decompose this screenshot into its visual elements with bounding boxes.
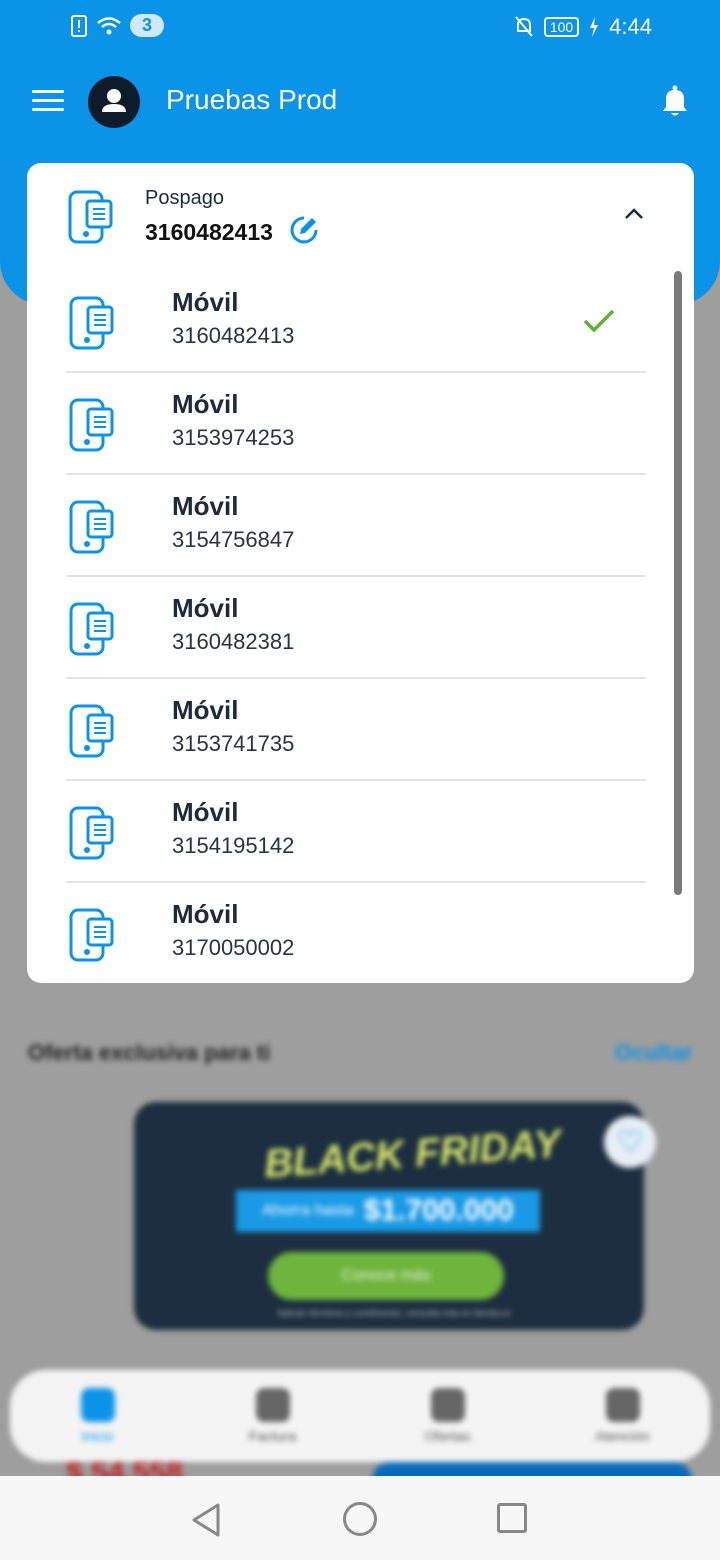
phone-document-icon [69,704,114,758]
list-item[interactable]: Móvil 3153974253 [66,373,646,475]
selected-line-header[interactable]: Pospago 3160482413 [27,163,694,263]
offers-icon [430,1388,465,1422]
line-number: 3153974253 [172,425,295,450]
line-type: Móvil [172,593,239,623]
banner-headline: BLACK FRIDAY [262,1121,563,1187]
list-item[interactable]: Móvil 3160482381 [66,577,646,679]
bell-off-icon [515,16,533,37]
line-selector-card: Pospago 3160482413 Móvil 3160482413 Móvi… [27,163,694,983]
hide-offers-link[interactable]: Ocultar [615,1040,692,1066]
line-number: 3153741735 [172,731,295,756]
chevron-up-icon[interactable] [623,207,645,221]
nav-label: Inicio [81,1428,114,1444]
banner-legal: Aplican términos y condiciones, consulta… [277,1308,511,1318]
bell-icon[interactable] [658,84,692,120]
status-left: 3 [70,14,165,37]
phone-document-icon [69,296,114,350]
home-button-icon[interactable] [343,1502,377,1536]
app-bar: Pruebas Prod [0,70,720,134]
page-title: Pruebas Prod [166,84,338,115]
line-type: Móvil [172,899,239,929]
banner-savings: Ahorra hasta $1.700.000 [236,1190,540,1232]
phone-document-icon [69,500,114,554]
phone-document-icon [69,398,114,452]
support-icon [605,1388,640,1422]
phone-document-icon [68,190,113,244]
alert-icon [71,14,87,37]
banner-save-prefix: Ahorra hasta [262,1202,354,1219]
invoice-icon [255,1388,290,1422]
check-icon [583,309,615,333]
line-number: 3154756847 [172,527,295,552]
clock: 4:44 [609,14,652,39]
line-list: Móvil 3160482413 Móvil 3153974253 Móvil … [27,271,694,983]
status-right: 100 4:44 [514,14,652,40]
black-friday-banner[interactable]: BLACK FRIDAY Ahorra hasta $1.700.000 Con… [134,1102,644,1330]
line-number: 3160482413 [172,323,295,348]
banner-cta-button[interactable]: Conoce más [268,1252,504,1300]
notification-count-badge: 3 [130,14,165,37]
wifi-icon [97,16,121,34]
offer-section-title: Oferta exclusiva para ti [28,1040,271,1065]
selected-line-number: 3160482413 [145,219,273,245]
list-item[interactable]: Móvil 3160482413 [66,271,646,373]
list-item[interactable]: Móvil 3154195142 [66,781,646,883]
line-number: 3160482381 [172,629,295,654]
line-type: Móvil [172,389,239,419]
line-type: Móvil [172,491,239,521]
edit-icon[interactable] [289,215,319,245]
plan-type-label: Pospago [145,187,224,209]
list-item[interactable]: Móvil 3153741735 [66,679,646,781]
nav-item-factura[interactable]: Factura [213,1388,333,1444]
nav-item-inicio[interactable]: Inicio [38,1388,158,1444]
list-item[interactable]: Móvil 3154756847 [66,475,646,577]
bottom-nav: Inicio Factura Ofertas Atención [10,1370,710,1462]
line-number: 3154195142 [172,833,295,858]
menu-icon[interactable] [32,90,64,114]
battery-indicator: 100 [543,17,580,37]
nav-item-ofertas[interactable]: Ofertas [388,1388,508,1444]
phone-document-icon [69,602,114,656]
list-item[interactable]: Móvil 3170050002 [66,883,646,983]
back-icon[interactable] [190,1502,222,1538]
home-icon [80,1388,115,1422]
system-nav-bar [0,1476,720,1560]
recents-icon[interactable] [497,1503,527,1533]
banner-amount: $1.700.000 [363,1194,514,1227]
avatar[interactable] [88,76,140,128]
nav-label: Atención [595,1428,650,1444]
list-scrollbar[interactable] [674,271,682,895]
status-bar: 3 100 4:44 [0,0,720,56]
phone-document-icon [69,908,114,962]
user-icon [102,89,126,112]
nav-label: Factura [248,1428,297,1444]
line-type: Móvil [172,797,239,827]
nav-item-atencion[interactable]: Atención [563,1388,683,1444]
phone-document-icon [69,806,114,860]
nav-label: Ofertas [424,1428,471,1444]
charging-icon [590,17,599,37]
line-number: 3170050002 [172,935,295,960]
favorite-heart-icon[interactable]: ♡ [604,1116,656,1168]
line-type: Móvil [172,287,239,317]
line-type: Móvil [172,695,239,725]
